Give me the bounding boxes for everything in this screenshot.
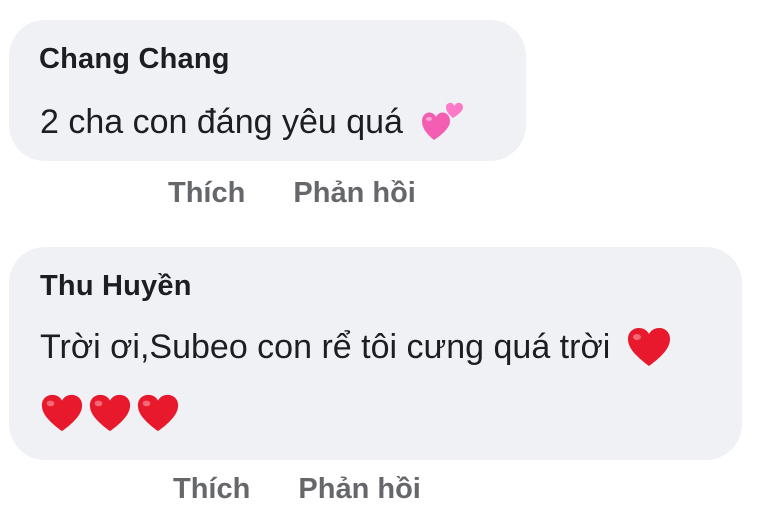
comment-author[interactable]: Chang Chang xyxy=(39,43,230,76)
two-hearts-icon xyxy=(420,98,466,144)
comment-actions: Thích Phản hồi xyxy=(173,473,421,506)
like-button[interactable]: Thích xyxy=(168,177,245,209)
like-button[interactable]: Thích xyxy=(173,473,250,505)
reply-button[interactable]: Phản hồi xyxy=(293,177,415,209)
comment-text: Trời ơi,Subeo con rể tôi cưng quá trời xyxy=(40,327,672,368)
comment-text-content: 2 cha con đáng yêu quá xyxy=(40,103,403,141)
red-heart-icon xyxy=(88,392,132,434)
red-heart-icon xyxy=(136,392,180,434)
comment-text: 2 cha con đáng yêu quá xyxy=(40,102,466,144)
comment-author[interactable]: Thu Huyền xyxy=(40,270,192,303)
red-heart-icon xyxy=(40,392,84,434)
emoji-line xyxy=(40,392,184,434)
reply-button[interactable]: Phản hồi xyxy=(298,473,420,505)
comment-actions: Thích Phản hồi xyxy=(168,177,416,210)
red-heart-icon xyxy=(626,326,672,368)
comment-text-content: Trời ơi,Subeo con rể tôi cưng quá trời xyxy=(40,328,611,366)
